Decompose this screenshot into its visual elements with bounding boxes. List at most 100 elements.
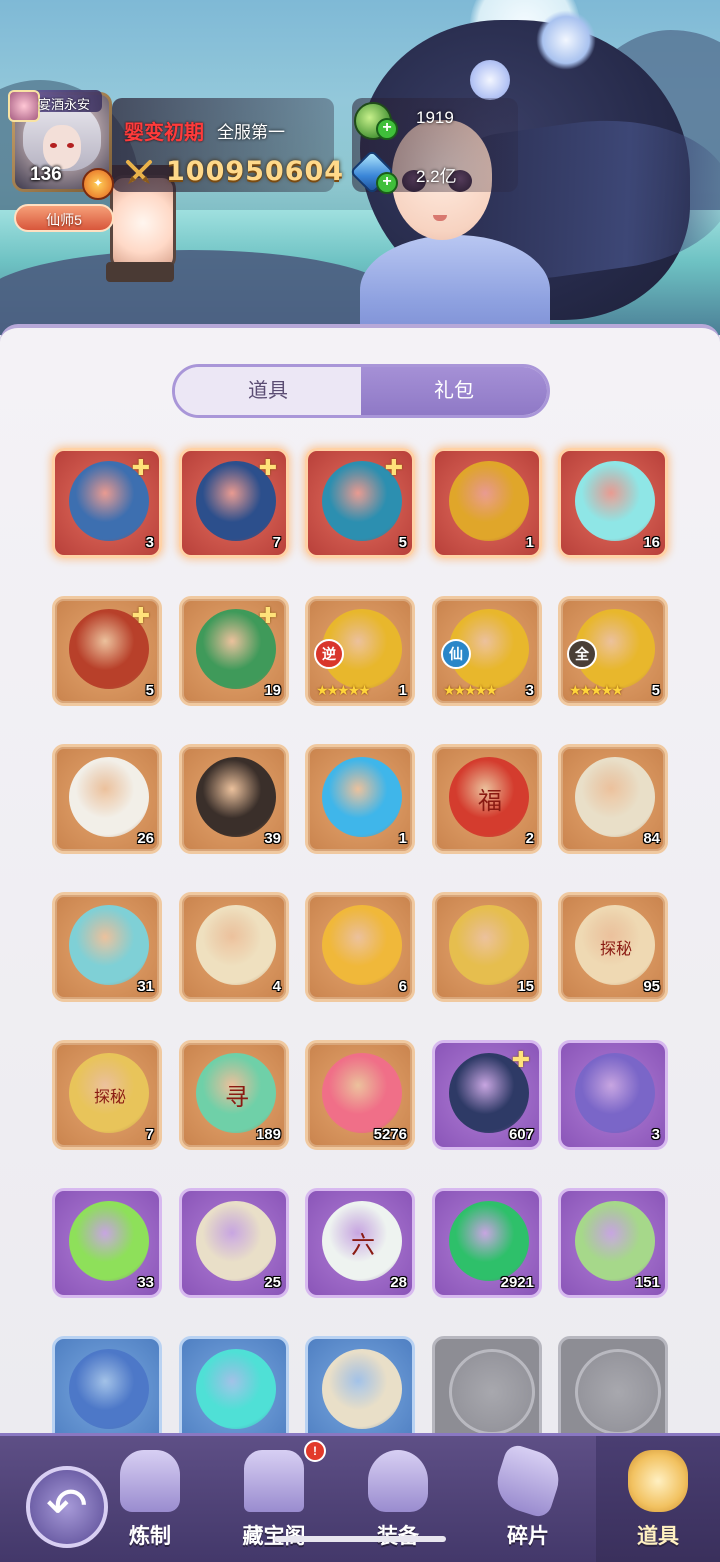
- nav-props-label: 道具: [637, 1525, 679, 1548]
- nav-treasure[interactable]: ! 藏宝阁: [212, 1436, 336, 1562]
- item-slot[interactable]: 5276: [305, 1040, 415, 1150]
- item-slot[interactable]: 逆 ★★★★★ 1: [305, 596, 415, 706]
- fragment-mark-icon: ✚: [384, 455, 404, 480]
- item-slot[interactable]: 寻 189: [179, 1040, 289, 1150]
- combat-power: 100950604: [166, 156, 345, 187]
- item-slot[interactable]: 33: [52, 1188, 162, 1298]
- item-slot[interactable]: 84: [558, 744, 668, 854]
- pavilion-icon: [244, 1450, 304, 1512]
- fragment-mark-icon: ✚: [258, 603, 278, 628]
- crossed-swords-icon: [126, 160, 152, 184]
- character-dress: [360, 235, 550, 335]
- item-count: 6: [398, 978, 407, 995]
- empty-item-slot: [432, 1336, 542, 1438]
- jade-plaque-icon: [575, 1201, 655, 1281]
- forge-icon: [120, 1450, 180, 1512]
- item-slot[interactable]: ✚ 3: [52, 448, 162, 558]
- item-count: 26: [137, 830, 154, 847]
- item-slot[interactable]: 全 ★★★★★ 5: [558, 596, 668, 706]
- avatar-eye: [67, 143, 74, 148]
- tab-props[interactable]: 道具: [175, 367, 361, 415]
- rice-sack-icon: [322, 1349, 402, 1429]
- item-slot[interactable]: [179, 1336, 289, 1438]
- item-slot[interactable]: [52, 1336, 162, 1438]
- realm-label: 婴变初期: [124, 122, 204, 144]
- item-count: 607: [508, 1126, 534, 1143]
- item-glyph: 六: [351, 1231, 375, 1259]
- item-slot[interactable]: 探秘 7: [52, 1040, 162, 1150]
- teal-flame-icon: [196, 1349, 276, 1429]
- hair-pin-icon: [536, 10, 596, 70]
- jade-amount: 1919: [416, 108, 454, 127]
- nav-forge[interactable]: 炼制: [88, 1436, 212, 1562]
- item-slot[interactable]: 2921: [432, 1188, 542, 1298]
- notification-badge: !: [304, 1440, 326, 1462]
- item-count: 33: [137, 1274, 154, 1291]
- item-count: 1: [525, 534, 534, 551]
- item-slot[interactable]: 六 28: [305, 1188, 415, 1298]
- tab-gift[interactable]: 礼包: [361, 367, 547, 415]
- pink-pearl-icon: [322, 1053, 402, 1133]
- item-count: 95: [643, 978, 660, 995]
- fragment-mark-icon: ✚: [511, 1047, 531, 1072]
- item-slot[interactable]: 26: [52, 744, 162, 854]
- empty-item-slot: [558, 1336, 668, 1438]
- home-indicator: [274, 1536, 446, 1542]
- item-count: 25: [264, 1274, 281, 1291]
- item-slot[interactable]: 3: [558, 1040, 668, 1150]
- item-slot[interactable]: ✚ 19: [179, 596, 289, 706]
- item-glyph: 探秘: [599, 939, 632, 958]
- item-slot[interactable]: ✚ 7: [179, 448, 289, 558]
- hair-flower-icon: [470, 60, 510, 100]
- item-slot[interactable]: 6: [305, 892, 415, 1002]
- golden-sword-icon: [322, 905, 402, 985]
- item-count: 15: [517, 978, 534, 995]
- item-slot[interactable]: 16: [558, 448, 668, 558]
- item-type-badge: 全: [567, 639, 597, 669]
- item-slot[interactable]: ✚ 607: [432, 1040, 542, 1150]
- yin-yang-key-icon: [196, 905, 276, 985]
- title-badge-button[interactable]: 仙师5: [14, 204, 114, 232]
- fragment-mark-icon: ✚: [131, 455, 151, 480]
- blue-cube-box-icon: [69, 1349, 149, 1429]
- item-slot[interactable]: 25: [179, 1188, 289, 1298]
- item-slot[interactable]: ✚ 5: [52, 596, 162, 706]
- nav-treasure-label: 藏宝阁: [212, 1520, 336, 1550]
- item-count: 5: [398, 534, 407, 551]
- item-slot[interactable]: 15: [432, 892, 542, 1002]
- item-slot[interactable]: 福2: [432, 744, 542, 854]
- item-slot[interactable]: [305, 1336, 415, 1438]
- item-slot[interactable]: 探秘 95: [558, 892, 668, 1002]
- item-slot[interactable]: 1: [432, 448, 542, 558]
- item-slot[interactable]: ✚ 5: [305, 448, 415, 558]
- treasure-bag-icon: [628, 1450, 688, 1512]
- item-count: 2: [525, 830, 534, 847]
- item-count: 19: [264, 682, 281, 699]
- rank-badge-icon: ✦: [82, 168, 114, 200]
- name-token-icon: [575, 461, 655, 541]
- item-slot[interactable]: 39: [179, 744, 289, 854]
- lantern-base: [106, 262, 174, 282]
- purple-cube-box-icon: [575, 1053, 655, 1133]
- rice-sack-icon: [196, 1201, 276, 1281]
- star-rating: ★★★★★: [443, 682, 498, 698]
- avatar-pet-icon: [8, 90, 40, 122]
- item-slot[interactable]: 151: [558, 1188, 668, 1298]
- item-slot[interactable]: 仙 ★★★★★ 3: [432, 596, 542, 706]
- add-gem-button[interactable]: +: [376, 172, 398, 194]
- empty-slot-icon: [575, 1349, 661, 1435]
- nav-props[interactable]: 道具: [596, 1436, 720, 1562]
- nav-shards-label: 碎片: [507, 1525, 549, 1548]
- bottom-nav: ↶ 炼制 ! 藏宝阁 装备 碎片 道具: [0, 1433, 720, 1562]
- item-count: 7: [272, 534, 281, 551]
- item-slot[interactable]: 1: [305, 744, 415, 854]
- inventory-tabs: 道具 礼包: [172, 364, 550, 418]
- add-jade-button[interactable]: +: [376, 118, 398, 140]
- item-slot[interactable]: 31: [52, 892, 162, 1002]
- nav-equip[interactable]: 装备: [336, 1436, 460, 1562]
- item-count: 5276: [373, 1126, 407, 1143]
- star-rating: ★★★★★: [316, 682, 371, 698]
- nav-shards[interactable]: 碎片: [466, 1436, 590, 1562]
- item-count: 151: [634, 1274, 660, 1291]
- item-slot[interactable]: 4: [179, 892, 289, 1002]
